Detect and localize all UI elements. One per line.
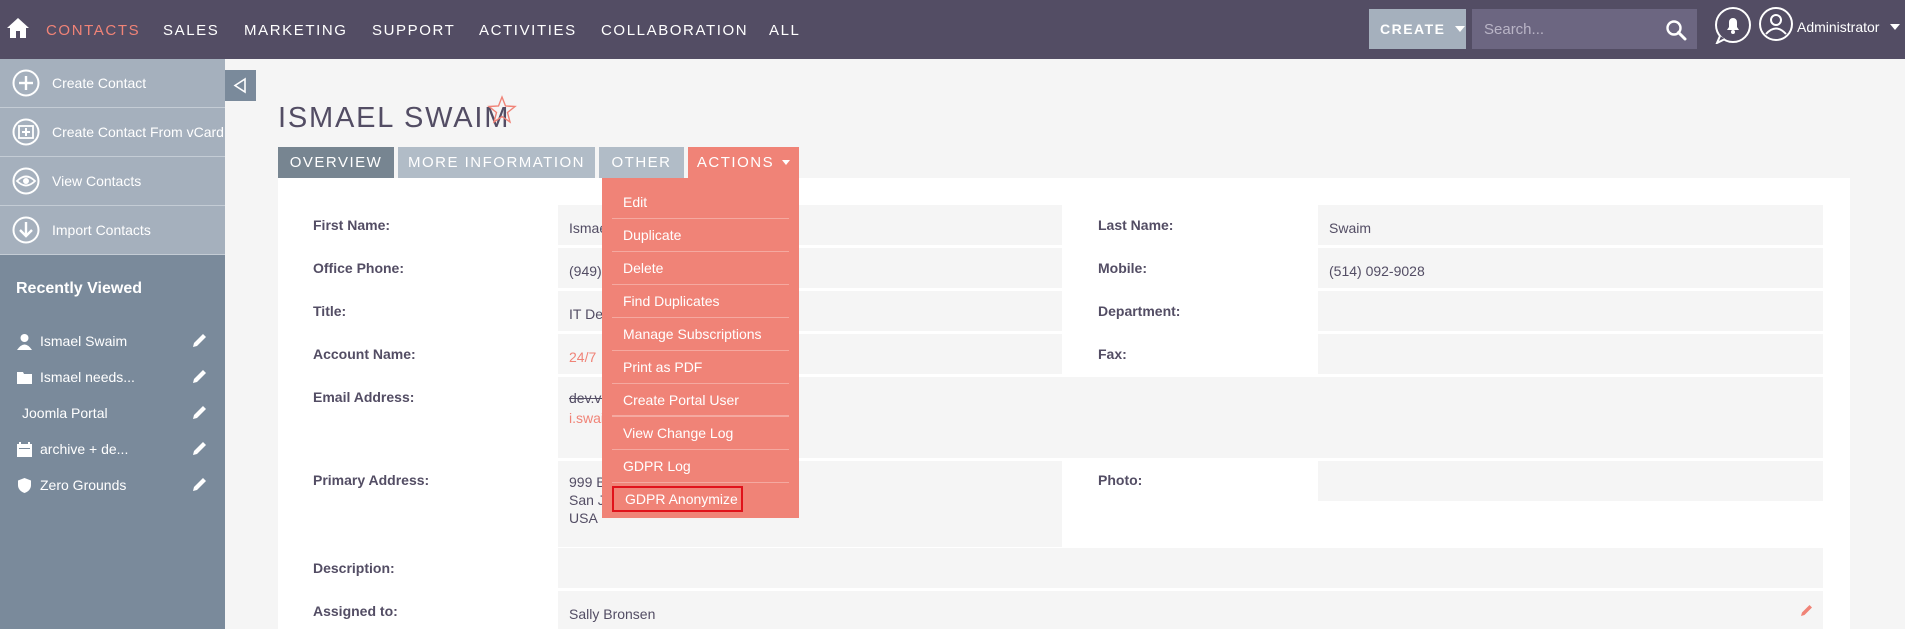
pencil-icon[interactable] bbox=[191, 368, 208, 385]
account-name-label: Account Name: bbox=[313, 346, 416, 362]
assigned-to-label: Assigned to: bbox=[313, 603, 398, 619]
user-avatar-icon[interactable] bbox=[1758, 6, 1794, 42]
calendar-icon bbox=[17, 441, 32, 457]
recent-item-joomla-portal[interactable]: Joomla Portal bbox=[0, 395, 225, 431]
nav-all[interactable]: ALL bbox=[769, 22, 801, 39]
tab-actions[interactable]: ACTIONS bbox=[688, 147, 799, 178]
search-box bbox=[1472, 9, 1697, 49]
create-button-label: CREATE bbox=[1380, 21, 1446, 37]
home-icon[interactable] bbox=[6, 16, 30, 40]
title-label: Title: bbox=[313, 303, 347, 319]
sidebar-collapse-button[interactable] bbox=[225, 70, 256, 101]
nav-activities[interactable]: ACTIVITIES bbox=[479, 22, 577, 39]
sidebar-action-create-contact-vcard[interactable]: Create Contact From vCard bbox=[0, 108, 225, 157]
notification-bell-icon[interactable] bbox=[1714, 6, 1752, 44]
menu-item-print-as-pdf[interactable]: Print as PDF bbox=[612, 351, 789, 384]
pencil-icon[interactable] bbox=[1800, 603, 1814, 617]
tab-actions-label: ACTIONS bbox=[696, 154, 775, 171]
mobile-value: (514) 092-9028 bbox=[1318, 248, 1823, 288]
menu-item-view-change-log[interactable]: View Change Log bbox=[612, 417, 789, 450]
shield-icon bbox=[18, 477, 31, 493]
primary-address-label: Primary Address: bbox=[313, 472, 430, 488]
recent-item-zero-grounds[interactable]: Zero Grounds bbox=[0, 467, 225, 503]
folder-icon bbox=[17, 371, 32, 384]
pencil-icon[interactable] bbox=[191, 332, 208, 349]
recent-item-label: Ismael Swaim bbox=[40, 333, 128, 349]
sidebar-action-label: Import Contacts bbox=[52, 222, 151, 238]
person-icon bbox=[17, 333, 32, 350]
nav-support[interactable]: SUPPORT bbox=[372, 22, 455, 39]
search-input[interactable] bbox=[1484, 20, 1659, 38]
eye-icon bbox=[12, 167, 40, 195]
tab-more-information[interactable]: MORE INFORMATION bbox=[398, 147, 595, 178]
last-name-label: Last Name: bbox=[1098, 217, 1174, 233]
fax-value bbox=[1318, 334, 1823, 374]
triangle-left-icon bbox=[233, 77, 246, 94]
create-button[interactable]: CREATE bbox=[1369, 9, 1466, 49]
recent-item-label: Ismael needs... bbox=[40, 369, 135, 385]
recent-item-label: archive + de... bbox=[40, 441, 129, 457]
recently-viewed-title: Recently Viewed bbox=[16, 280, 142, 297]
favorite-star-icon[interactable] bbox=[487, 95, 517, 125]
tab-other[interactable]: OTHER bbox=[599, 147, 684, 178]
search-icon[interactable] bbox=[1665, 19, 1687, 41]
pencil-icon[interactable] bbox=[191, 476, 208, 493]
email-address-label: Email Address: bbox=[313, 389, 415, 405]
user-menu-name[interactable]: Administrator bbox=[1797, 19, 1879, 35]
last-name-value: Swaim bbox=[1318, 205, 1823, 245]
first-name-label: First Name: bbox=[313, 217, 391, 233]
recent-item-label: Joomla Portal bbox=[22, 405, 108, 421]
description-value bbox=[558, 548, 1823, 588]
recent-item-ismael-needs[interactable]: Ismael needs... bbox=[0, 359, 225, 395]
nav-collaboration[interactable]: COLLABORATION bbox=[601, 22, 748, 39]
menu-item-delete[interactable]: Delete bbox=[612, 252, 789, 285]
assigned-to-value: Sally Bronsen bbox=[558, 591, 1823, 629]
sidebar-action-label: Create Contact From vCard bbox=[52, 124, 224, 140]
department-value bbox=[1318, 291, 1823, 331]
nav-contacts[interactable]: CONTACTS bbox=[46, 22, 140, 39]
photo-label: Photo: bbox=[1098, 472, 1143, 488]
menu-item-create-portal-user[interactable]: Create Portal User bbox=[612, 384, 789, 417]
nav-marketing[interactable]: MARKETING bbox=[244, 22, 348, 39]
actions-dropdown-menu: Edit Duplicate Delete Find Duplicates Ma… bbox=[602, 178, 799, 518]
chevron-down-icon[interactable] bbox=[1890, 24, 1900, 30]
nav-sales[interactable]: SALES bbox=[163, 22, 219, 39]
menu-item-manage-subscriptions[interactable]: Manage Subscriptions bbox=[612, 318, 789, 351]
menu-item-gdpr-anonymize[interactable]: GDPR Anonymize bbox=[612, 486, 743, 512]
page-title: ISMAEL SWAIM bbox=[278, 102, 511, 134]
sidebar-action-view-contacts[interactable]: View Contacts bbox=[0, 157, 225, 206]
pencil-icon[interactable] bbox=[191, 404, 208, 421]
recent-item-label: Zero Grounds bbox=[40, 477, 127, 493]
menu-item-duplicate[interactable]: Duplicate bbox=[612, 219, 789, 252]
menu-item-find-duplicates[interactable]: Find Duplicates bbox=[612, 285, 789, 318]
vcard-icon bbox=[12, 118, 40, 146]
sidebar: Create Contact Create Contact From vCard… bbox=[0, 59, 225, 629]
chevron-down-icon bbox=[782, 160, 791, 165]
department-label: Department: bbox=[1098, 303, 1181, 319]
menu-item-edit[interactable]: Edit bbox=[612, 186, 789, 219]
pencil-icon[interactable] bbox=[191, 440, 208, 457]
detail-panel: First Name: Ismael Last Name: Swaim Offi… bbox=[278, 178, 1850, 629]
sidebar-action-create-contact[interactable]: Create Contact bbox=[0, 59, 225, 108]
description-label: Description: bbox=[313, 560, 395, 576]
menu-item-gdpr-log[interactable]: GDPR Log bbox=[612, 450, 789, 483]
mobile-label: Mobile: bbox=[1098, 260, 1147, 276]
plus-circle-icon bbox=[12, 69, 40, 97]
photo-value bbox=[1318, 461, 1823, 501]
download-icon bbox=[12, 216, 40, 244]
sidebar-action-label: View Contacts bbox=[52, 173, 142, 189]
recent-item-archive[interactable]: archive + de... bbox=[0, 431, 225, 467]
tab-overview[interactable]: OVERVIEW bbox=[278, 147, 394, 178]
chevron-down-icon bbox=[1454, 26, 1465, 32]
fax-label: Fax: bbox=[1098, 346, 1127, 362]
top-navigation-bar: CONTACTS SALES MARKETING SUPPORT ACTIVIT… bbox=[0, 0, 1905, 59]
office-phone-label: Office Phone: bbox=[313, 260, 405, 276]
sidebar-action-label: Create Contact bbox=[52, 75, 147, 91]
recent-item-ismael-swaim[interactable]: Ismael Swaim bbox=[0, 323, 225, 359]
sidebar-action-import-contacts[interactable]: Import Contacts bbox=[0, 206, 225, 255]
